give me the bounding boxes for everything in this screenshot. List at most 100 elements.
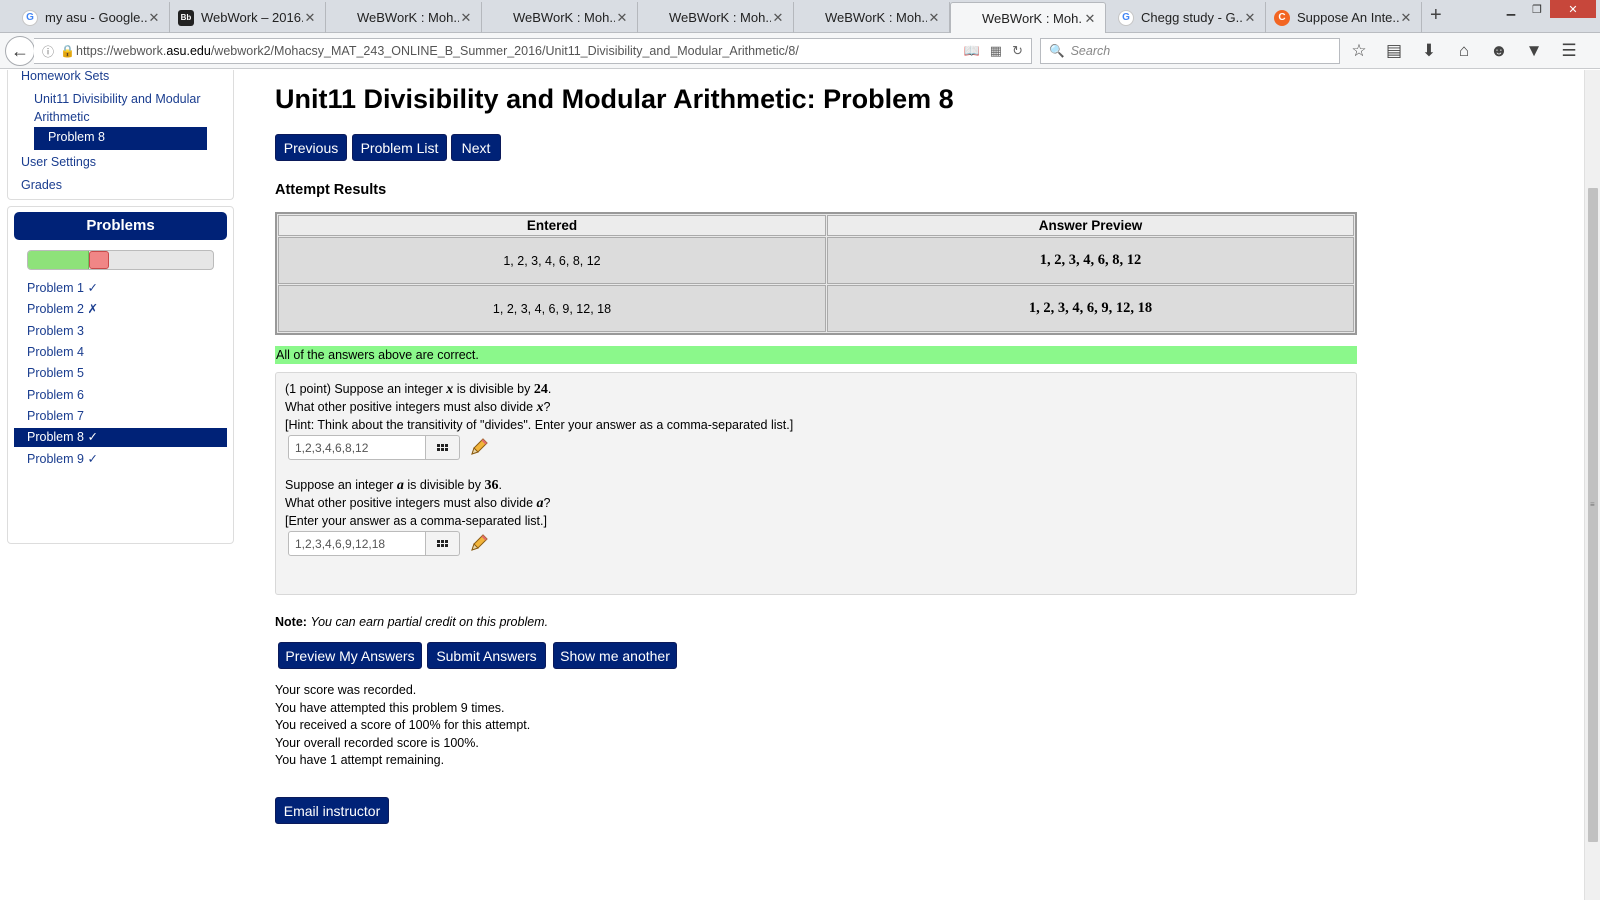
score-line: You have 1 attempt remaining. — [275, 753, 445, 768]
q2-line2-end: ? — [543, 496, 551, 510]
q1-number: 24 — [533, 382, 548, 397]
problem-list-item[interactable]: Problem 2 ✗ — [14, 300, 227, 319]
blank-favicon-icon — [646, 10, 662, 26]
equation-editor-pencil-icon[interactable] — [469, 437, 489, 457]
info-icon[interactable]: ⓘ — [42, 43, 60, 60]
scrollbar-thumb[interactable] — [1588, 188, 1598, 842]
bookmark-star-icon[interactable]: ☆ — [1350, 41, 1368, 61]
minimize-icon[interactable]: ▁ — [1498, 0, 1524, 18]
tab-label: my asu - Google... — [45, 10, 147, 25]
problem-list-item[interactable]: Problem 4 — [14, 343, 227, 362]
partial-credit-note: Note: You can earn partial credit on thi… — [275, 615, 548, 629]
lock-icon: 🔒 — [60, 44, 75, 58]
google-icon: G — [22, 9, 38, 26]
progress-correct — [28, 251, 89, 269]
unit-link[interactable]: Unit11 Divisibility and Modular Arithmet… — [34, 90, 219, 126]
close-icon[interactable]: ✕ — [1399, 10, 1413, 26]
problem-list-button[interactable]: Problem List — [352, 134, 447, 161]
answer-2-input[interactable] — [288, 531, 426, 556]
tab-label: WebWork – 2016... — [201, 10, 303, 25]
download-icon[interactable]: ⬇ — [1420, 41, 1438, 61]
equation-editor-pencil-icon[interactable] — [469, 533, 489, 553]
homework-sets-link[interactable]: Homework Sets — [21, 70, 109, 83]
question-2-line-2: What other positive integers must also d… — [285, 496, 550, 512]
window-close-icon[interactable]: ✕ — [1550, 0, 1596, 18]
browser-tab-active[interactable]: WeBWorK : Moh... ✕ — [950, 2, 1106, 34]
problem-list-item[interactable]: Problem 6 — [14, 386, 227, 405]
score-line: You received a score of 100% for this at… — [275, 718, 531, 733]
user-settings-link[interactable]: User Settings — [21, 155, 96, 169]
answer-1-input[interactable] — [288, 435, 426, 460]
reader-view-icon[interactable]: 📖 — [964, 43, 980, 59]
browser-tab[interactable]: G my asu - Google... ✕ — [14, 2, 170, 33]
search-input[interactable]: 🔍 Search — [1040, 38, 1340, 64]
problem-list-item[interactable]: Problem 7 — [14, 407, 227, 426]
close-icon[interactable]: ✕ — [303, 10, 317, 26]
submit-answers-button[interactable]: Submit Answers — [427, 642, 546, 669]
q2-end: . — [498, 478, 502, 492]
q2-number: 36 — [484, 478, 499, 493]
close-icon[interactable]: ✕ — [459, 10, 473, 26]
q1-line2-prefix: What other positive integers must also d… — [285, 400, 537, 414]
browser-tab[interactable]: C Suppose An Inte... ✕ — [1266, 2, 1422, 33]
close-icon[interactable]: ✕ — [615, 10, 629, 26]
back-arrow-icon[interactable]: ← — [5, 36, 35, 66]
q1-line2-end: ? — [543, 400, 551, 414]
browser-tab[interactable]: WeBWorK : Moh... ✕ — [794, 2, 950, 33]
chat-icon[interactable]: ☻ — [1490, 41, 1508, 61]
close-icon[interactable]: ✕ — [147, 10, 161, 26]
question-1-text: (1 point) Suppose an integer x is divisi… — [285, 382, 551, 398]
tab-label: WeBWorK : Moh... — [825, 10, 927, 25]
problems-panel: Problems Problem 1 ✓ Problem 2 ✗ Problem… — [7, 206, 234, 544]
show-another-button[interactable]: Show me another — [553, 642, 677, 669]
preview-cell: 1, 2, 3, 4, 6, 9, 12, 18 — [827, 285, 1354, 332]
bookmarks-list-icon[interactable]: ▤ — [1385, 41, 1403, 61]
close-icon[interactable]: ✕ — [927, 10, 941, 26]
problem-list-item[interactable]: Problem 1 ✓ — [14, 279, 227, 298]
page-title: Unit11 Divisibility and Modular Arithmet… — [275, 84, 954, 114]
problems-header: Problems — [14, 212, 227, 240]
url-bar[interactable]: ⓘ 🔒 https://webwork.asu.edu/webwork2/Moh… — [34, 38, 1032, 64]
problem-list-item[interactable]: Problem 9 ✓ — [14, 450, 227, 469]
browser-nav-bar: ← ⓘ 🔒 https://webwork.asu.edu/webwork2/M… — [0, 33, 1600, 69]
close-icon[interactable]: ✕ — [771, 10, 785, 26]
previous-button[interactable]: Previous — [275, 134, 347, 161]
problem-list-item[interactable]: Problem 3 — [14, 322, 227, 341]
close-icon[interactable]: ✕ — [1243, 10, 1257, 26]
browser-tab[interactable]: WeBWorK : Moh... ✕ — [482, 2, 638, 33]
reload-icon[interactable]: ↻ — [1012, 43, 1023, 59]
close-icon[interactable]: ✕ — [1083, 11, 1097, 27]
tab-label: Chegg study - G... — [1141, 10, 1243, 25]
q1-mid: is divisible by — [453, 382, 534, 396]
restore-icon[interactable]: ❐ — [1524, 0, 1550, 18]
menu-icon[interactable]: ☰ — [1560, 41, 1578, 61]
browser-tab[interactable]: G Chegg study - G... ✕ — [1110, 2, 1266, 33]
preview-answers-button[interactable]: Preview My Answers — [278, 642, 422, 669]
problem-list-item-current[interactable]: Problem 8 ✓ — [14, 428, 227, 447]
browser-tab[interactable]: WeBWorK : Moh... ✕ — [638, 2, 794, 33]
next-button[interactable]: Next — [451, 134, 501, 161]
email-instructor-button[interactable]: Email instructor — [275, 797, 389, 824]
url-prefix: https://webwork. — [76, 44, 167, 58]
search-placeholder: Search — [1070, 44, 1111, 58]
math-keyboard-button[interactable] — [426, 531, 460, 556]
math-keyboard-button[interactable] — [426, 435, 460, 460]
problem-list-item[interactable]: Problem 5 — [14, 364, 227, 383]
pocket-icon[interactable]: ▼ — [1525, 41, 1543, 61]
question-1-line-2: What other positive integers must also d… — [285, 400, 550, 416]
blank-favicon-icon — [959, 11, 975, 27]
browser-tab[interactable]: WeBWorK : Moh... ✕ — [326, 2, 482, 33]
browser-tab[interactable]: Bb WebWork – 2016... ✕ — [170, 2, 326, 33]
url-text[interactable]: https://webwork.asu.edu/webwork2/Mohacsy… — [76, 44, 964, 58]
column-header: Entered — [278, 215, 826, 236]
vertical-scrollbar[interactable]: ≡ — [1584, 70, 1600, 900]
home-icon[interactable]: ⌂ — [1455, 41, 1473, 61]
current-problem-link[interactable]: Problem 8 — [34, 127, 207, 150]
grades-link[interactable]: Grades — [21, 178, 62, 192]
preview-cell: 1, 2, 3, 4, 6, 8, 12 — [827, 237, 1354, 284]
attempt-results-heading: Attempt Results — [275, 182, 387, 198]
new-tab-icon[interactable]: + — [1430, 4, 1442, 27]
extension-icon[interactable]: ▦ — [990, 43, 1002, 59]
chegg-icon: C — [1274, 9, 1290, 26]
blank-favicon-icon — [802, 10, 818, 26]
